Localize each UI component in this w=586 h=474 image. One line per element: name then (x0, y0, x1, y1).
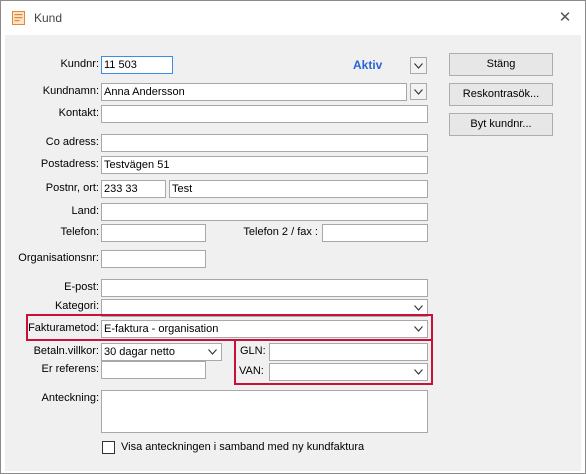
ort-field[interactable]: Test (169, 180, 428, 198)
reskontra-search-button[interactable]: Reskontrasök... (449, 83, 553, 106)
close-icon[interactable]: ✕ (553, 6, 577, 30)
chevron-down-icon (414, 88, 423, 95)
postadress-field[interactable]: Testvägen 51 (101, 156, 428, 174)
kontakt-field[interactable] (101, 105, 428, 123)
fakturametod-value: E-faktura - organisation (104, 323, 219, 335)
gln-field[interactable] (269, 343, 428, 361)
window-title: Kund (34, 11, 63, 25)
anteckning-label: Anteckning: (41, 392, 99, 404)
fakturametod-label: Fakturametod: (28, 322, 99, 334)
form-area: Kundnr: 11 503 Aktiv Kundnamn: Anna Ande… (5, 35, 581, 471)
close-button[interactable]: Stäng (449, 53, 553, 76)
epost-label: E-post: (64, 281, 99, 293)
er-referens-label: Er referens: (41, 363, 99, 375)
er-referens-field[interactable] (101, 361, 206, 379)
chevron-down-icon (204, 344, 221, 360)
betalnvillkor-value: 30 dagar netto (104, 346, 175, 358)
kategori-label: Kategori: (54, 300, 99, 312)
kundnamn-dropdown-button[interactable] (410, 83, 427, 100)
betalnvillkor-label: Betaln.villkor: (33, 345, 99, 357)
co-adress-label: Co adress: (45, 136, 99, 148)
van-label: VAN: (239, 365, 264, 377)
kontakt-label: Kontakt: (58, 107, 99, 119)
organisationsnr-label: Organisationsnr: (18, 252, 99, 264)
kundnamn-label: Kundnamn: (42, 85, 99, 97)
chevron-down-icon (410, 364, 427, 380)
chevron-down-icon (410, 321, 427, 337)
gln-label: GLN: (240, 345, 266, 357)
organisationsnr-field[interactable] (101, 250, 206, 268)
postnr-ort-label: Postnr, ort: (45, 182, 99, 194)
customer-dialog: Kund ✕ Kundnr: 11 503 Aktiv Kundnamn: An… (0, 0, 586, 474)
change-customer-number-button[interactable]: Byt kundnr... (449, 113, 553, 136)
co-adress-field[interactable] (101, 134, 428, 152)
status-badge: Aktiv (353, 58, 383, 72)
epost-field[interactable] (101, 279, 428, 297)
kundnr-field[interactable]: 11 503 (101, 56, 173, 74)
fakturametod-select[interactable]: E-faktura - organisation (101, 320, 428, 338)
van-select[interactable] (269, 363, 428, 381)
postnr-field[interactable]: 233 33 (101, 180, 166, 198)
kundnr-label: Kundnr: (60, 58, 99, 70)
telefon-label: Telefon: (60, 226, 99, 238)
telefon2-field[interactable] (322, 224, 428, 242)
telefon-field[interactable] (101, 224, 206, 242)
postadress-label: Postadress: (40, 158, 99, 170)
land-label: Land: (71, 205, 99, 217)
title-bar: Kund ✕ (1, 1, 585, 35)
show-note-checkbox[interactable] (102, 441, 115, 454)
status-dropdown-button[interactable] (410, 57, 427, 74)
customer-card-icon (11, 10, 27, 26)
anteckning-memo[interactable] (101, 390, 428, 433)
betalnvillkor-select[interactable]: 30 dagar netto (101, 343, 222, 361)
chevron-down-icon (414, 62, 423, 69)
telefon2-label: Telefon 2 / fax : (243, 226, 318, 238)
kundnamn-field[interactable]: Anna Andersson (101, 83, 407, 101)
show-note-checkbox-label: Visa anteckningen i samband med ny kundf… (121, 441, 365, 453)
land-field[interactable] (101, 203, 428, 221)
